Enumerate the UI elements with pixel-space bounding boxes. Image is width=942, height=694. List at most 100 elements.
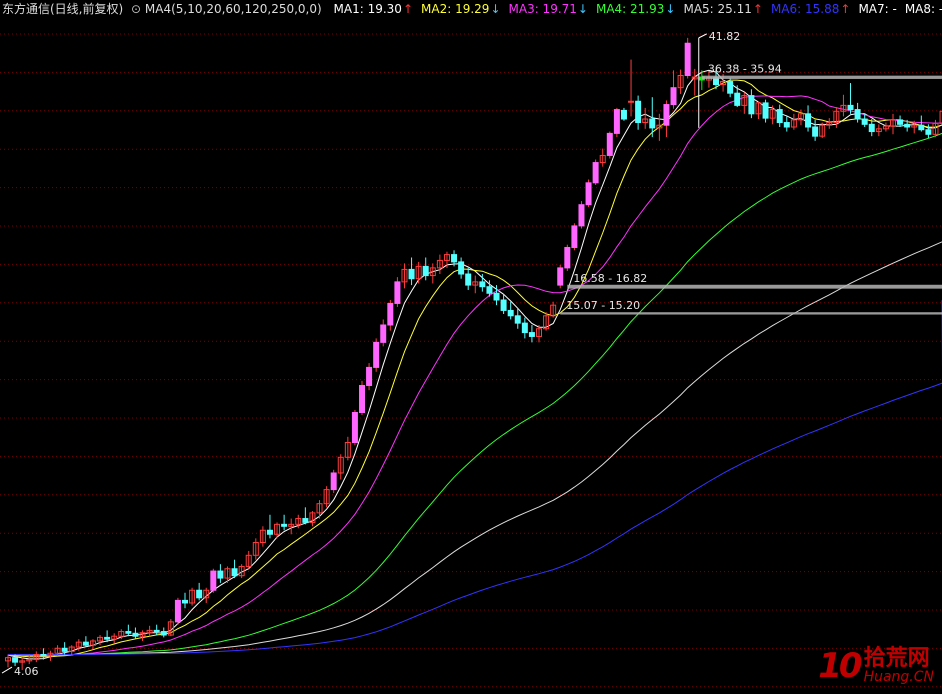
candle-body [132,632,139,637]
candle-body [231,568,238,577]
ma-legend-item: MA4: 21.93↓ [596,0,675,18]
candle-body [762,102,769,119]
candle-body [12,657,19,663]
candle-body [493,292,500,301]
candle-body [359,384,365,413]
watermark-site-url: Huang.CN [863,669,934,685]
candle-body [500,299,507,311]
candle-body [408,268,415,280]
candle-body [564,246,571,269]
candle-body [366,366,373,386]
arrow-down-icon: ↓ [490,2,501,16]
candle-body [330,472,337,491]
watermark-number: 10 [818,646,862,686]
candle-body [507,309,514,317]
candle-body [486,286,493,294]
ma-legend-item: MA2: 19.29↓ [421,0,500,18]
candle-body [61,647,68,652]
candle-body [847,104,854,111]
candle-body [727,81,734,94]
ma2-line [7,79,942,658]
candle-body [861,118,868,125]
candle-body [521,322,528,334]
candle-body [174,599,181,623]
candle-body [82,641,89,646]
candle-body [451,254,458,263]
candle-body [380,324,387,343]
candle-body [528,332,535,337]
candle-body [663,104,670,126]
ma-legend-label: MA6: 15.88 [770,2,840,16]
arrow-up-icon: ↑ [840,2,851,16]
candles [5,37,942,671]
candle-body [266,529,273,535]
low-label: 4.06 [14,665,39,678]
ma-legend-item: MA1: 19.30↑ [334,0,413,18]
ma-legend-item: MA3: 19.71↓ [509,0,588,18]
candle-body [635,100,642,124]
ma-legend-item: MA6: 15.88↑ [771,0,850,18]
ma-legend-label: MA1: 19.30 [333,2,402,16]
ma-legend-label: MA5: 25.11 [683,2,752,16]
chart-header: 东方通信(日线,前复权) ⊙ MA4(5,10,20,60,120,250,0,… [0,0,942,18]
candle-body [897,119,904,125]
candle-body [458,261,465,275]
candle-body [182,599,188,604]
candle-body [351,411,358,443]
candle-body [373,341,380,368]
candle-body [585,182,592,206]
indicator-setting[interactable]: ⊙ MA4(5,10,20,60,120,250,0,0) [131,0,322,18]
ma1-line [7,69,942,660]
gap-label: 15.07 - 15.20 [566,299,640,312]
moving-average-lines [7,69,942,660]
candle-body [606,132,613,156]
arrow-down-icon: ↓ [577,2,588,16]
gap-band [701,75,942,79]
candle-body [805,113,812,128]
candlestick-chart: 36.38 - 35.9416.58 - 16.8215.07 - 15.20 … [0,30,942,688]
candle-body [734,92,741,106]
candle-body [465,273,472,286]
ma-legend-item: MA7: - [858,0,896,18]
candle-body [302,518,309,523]
price-grid [0,33,942,688]
candle-body [514,315,521,324]
watermark-site-name: 拾荒网 [863,646,930,671]
candle-body [394,281,401,304]
candle-body [479,281,486,288]
candle-body [422,265,429,277]
arrow-up-icon: ↑ [402,2,414,16]
arrow-down-icon: ↓ [665,2,676,16]
candle-body [776,109,783,124]
ma-legend-label: MA8: - [904,2,942,16]
ma4-line [7,132,942,656]
candle-body [628,100,635,103]
candle-body [812,126,819,137]
candle-body [649,118,656,129]
candle-body [613,109,620,134]
chevron-down-circle-icon[interactable]: ⊙ [131,0,141,18]
gap-band [567,284,942,289]
candle-body [670,87,677,106]
watermark-logo: 10 拾荒网 Huang.CN [818,646,934,686]
candle-body [783,122,790,128]
ma6-line [8,300,942,656]
candle-body [125,631,132,634]
candle-body [40,653,47,657]
candle-body [620,109,627,120]
candle-body [868,123,875,133]
candle-body [196,589,203,599]
candle-body [281,523,288,527]
ma-legend-item: MA5: 25.11↑ [683,0,762,18]
stock-title[interactable]: 东方通信(日线,前复权) [2,0,123,18]
ma-legend: MA1: 19.30↑ MA2: 19.29↓ MA3: 19.71↓ MA4: 21… [326,0,942,18]
ma-legend-label: MA2: 19.29 [421,2,490,16]
gap-label: 16.58 - 16.82 [573,272,647,285]
indicator-setting-label: MA4(5,10,20,60,120,250,0,0) [144,2,322,16]
candle-body [684,42,691,76]
candle-body [104,636,111,640]
candle-body [592,162,599,184]
gap-band [560,312,942,315]
candle-body [153,629,160,633]
candle-body [387,302,394,326]
